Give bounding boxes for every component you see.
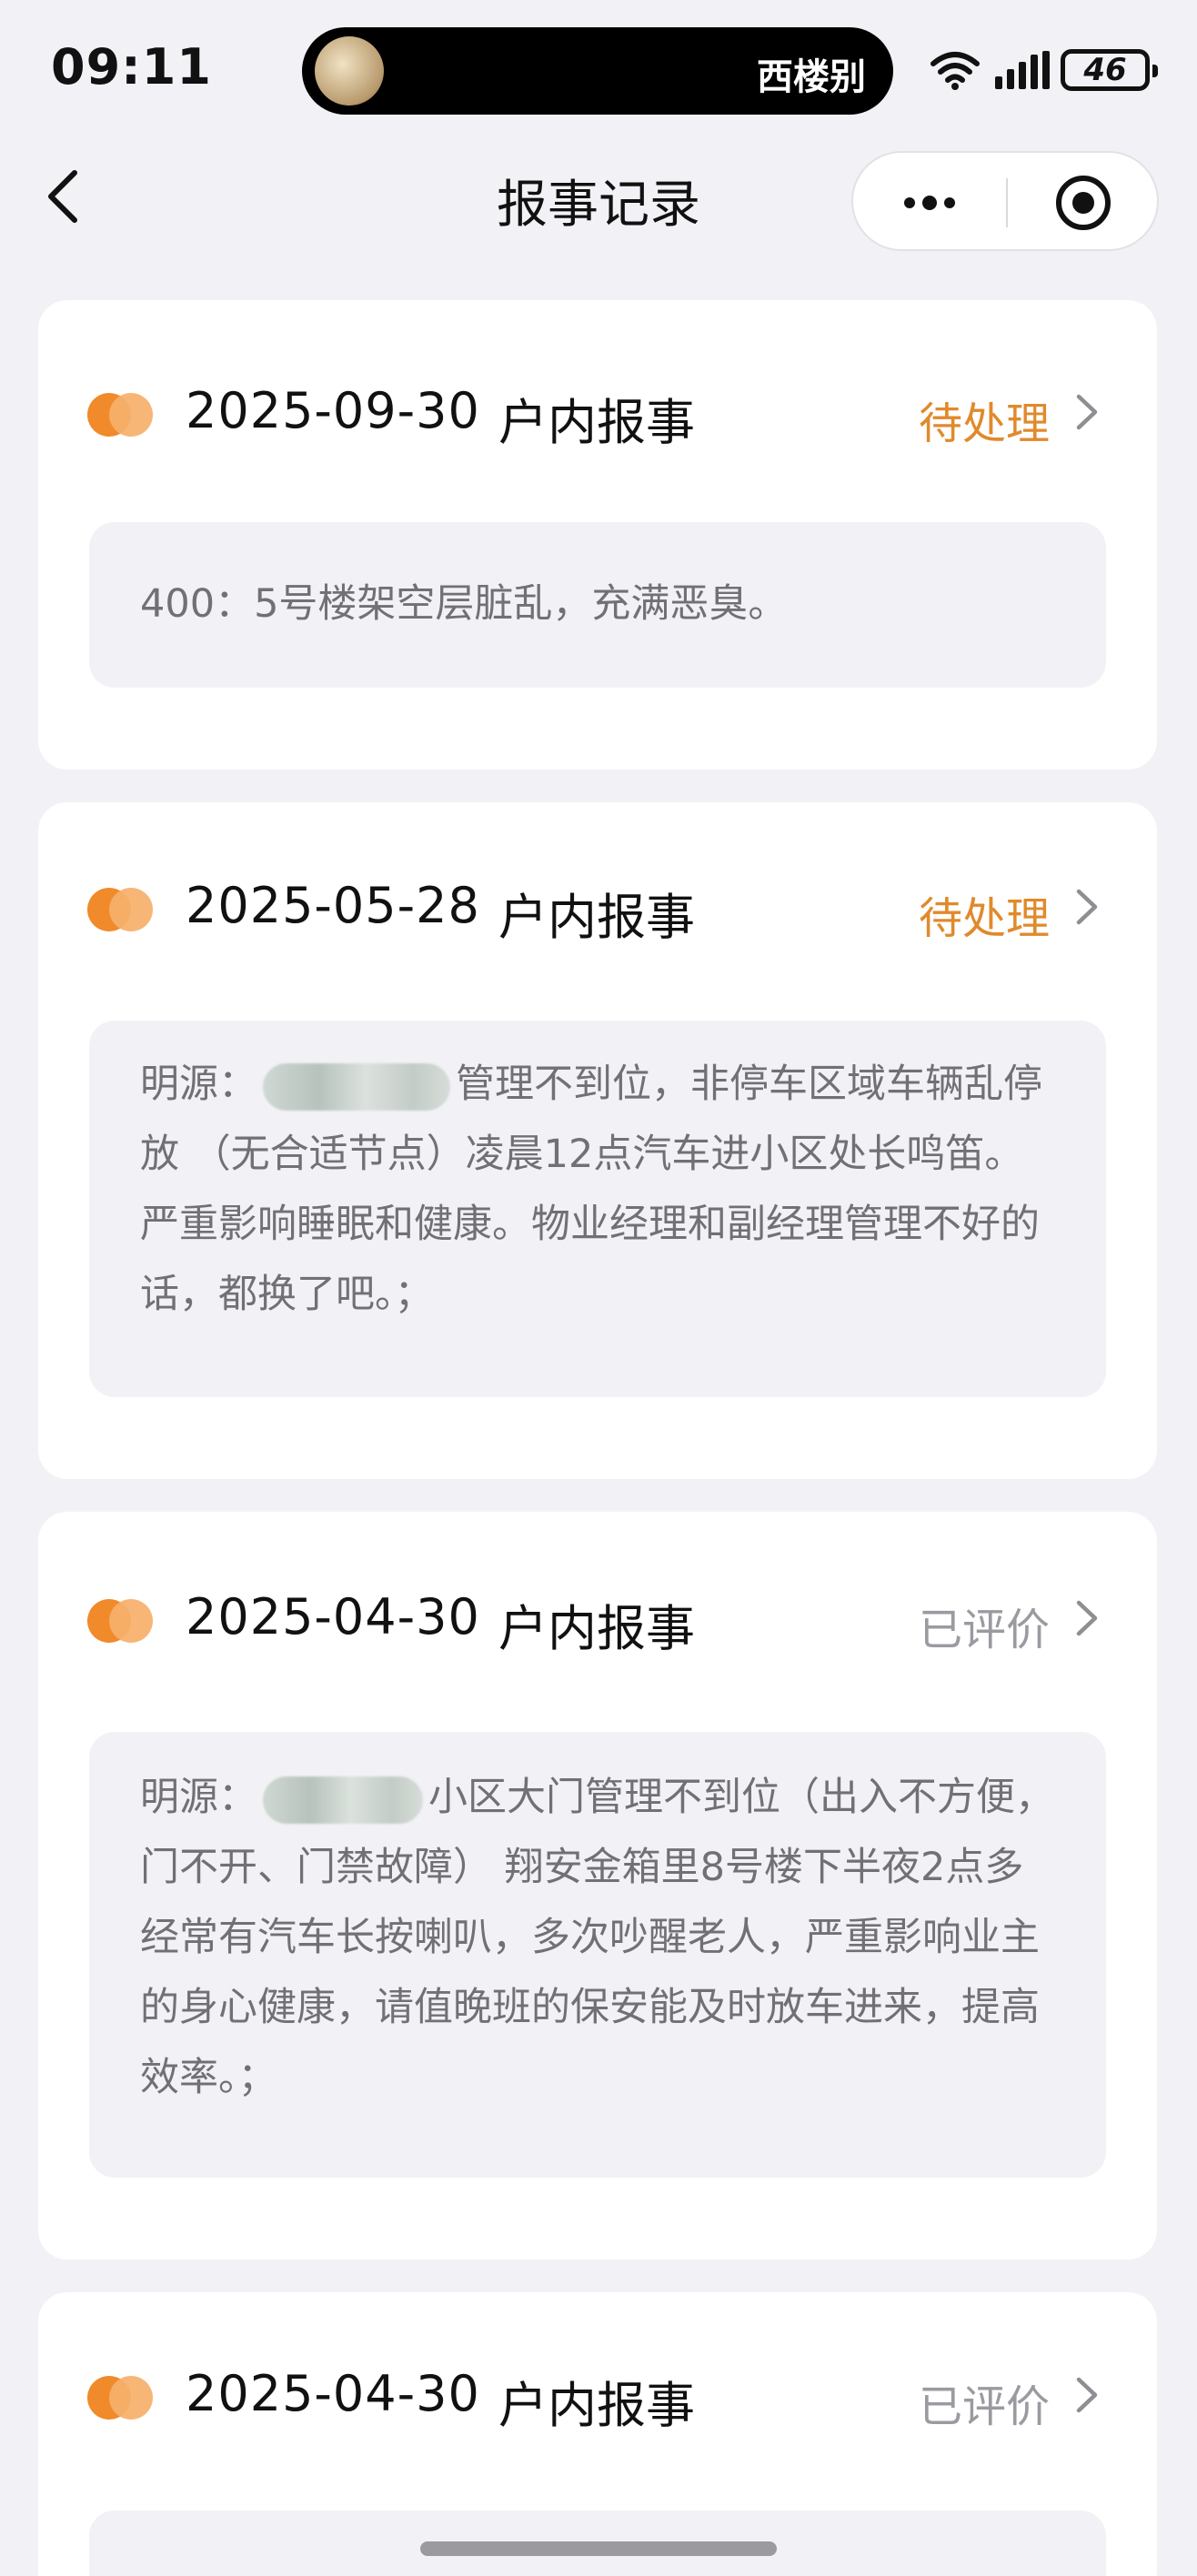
record-card-header[interactable]: 2025-09-30 户内报事 待处理 [38,300,1157,518]
signal-icon [995,51,1050,89]
record-date: 2025-05-28 [186,877,480,934]
description-prefix: 明源： [140,1062,257,1107]
status-icons: 46 [926,45,1162,96]
record-status: 已评价 [918,2381,1050,2432]
record-card-header[interactable]: 2025-04-30 户内报事 已评价 [38,1512,1157,1730]
record-description: 明源： 小区大门管理不到位（出入不方便，门不开、门禁故障） 翔安金箱里8号楼下半夜… [140,1763,1055,2113]
chevron-right-icon[interactable] [1073,886,1101,928]
redacted-name [263,1062,450,1111]
report-type-icon [87,1599,153,1643]
record-status: 待处理 [918,893,1050,944]
wifi-icon [930,52,980,90]
record-type: 户内报事 [498,889,695,946]
close-miniprogram-icon[interactable] [1053,173,1113,233]
report-type-icon [87,2376,153,2420]
chevron-right-icon[interactable] [1073,1597,1101,1639]
record-type: 户内报事 [498,2377,695,2434]
chevron-right-icon[interactable] [1073,2374,1101,2416]
record-card[interactable]: 2025-04-30 户内报事 已评价 明源： 小区大门管理不到位（出入不方便，门… [38,1512,1157,2259]
record-description: 400：5号楼架空层脏乱，充满恶臭。 [140,581,788,627]
record-description-box: 明源： 管理不到位，非停车区域车辆乱停放 （无合适节点）凌晨12点汽车进小区处长鸣… [89,1021,1106,1397]
status-bar: 09:11 西楼别 46 [0,0,1197,136]
record-date: 2025-09-30 [186,382,480,439]
record-card[interactable]: 2025-04-30 户内报事 已评价 [38,2292,1157,2576]
record-card-header[interactable]: 2025-05-28 户内报事 待处理 [38,802,1157,1021]
battery-icon: 46 [1061,49,1158,91]
record-description: 明源： 管理不到位，非停车区域车辆乱停放 （无合适节点）凌晨12点汽车进小区处长鸣… [140,1050,1055,1330]
description-prefix: 明源： [140,1775,257,1820]
record-card-header[interactable]: 2025-04-30 户内报事 已评价 [38,2292,1157,2511]
now-playing-title: 西楼别 [757,56,866,98]
status-time: 09:11 [51,38,212,96]
capsule-divider [1006,178,1008,227]
miniprogram-capsule [851,151,1159,251]
record-card[interactable]: 2025-05-28 户内报事 待处理 明源： 管理不到位，非停车区域车辆乱停放 … [38,802,1157,1479]
album-art-icon [315,36,384,106]
nav-bar: 报事记录 [0,136,1197,255]
report-records-page: 09:11 西楼别 46 报事记录 2025-09-30 户内报事 待处理 40… [0,0,1197,2576]
record-type: 户内报事 [498,1600,695,1657]
report-type-icon [87,888,153,931]
description-body: 小区大门管理不到位（出入不方便，门不开、门禁故障） 翔安金箱里8号楼下半夜2点多… [140,1775,1054,2100]
home-indicator[interactable] [420,2541,777,2556]
record-date: 2025-04-30 [186,2365,480,2422]
more-options-icon[interactable] [900,189,959,216]
chevron-right-icon[interactable] [1073,391,1101,433]
record-description-box: 明源： 小区大门管理不到位（出入不方便，门不开、门禁故障） 翔安金箱里8号楼下半夜… [89,1732,1106,2178]
record-status: 已评价 [918,1605,1050,1655]
record-type: 户内报事 [498,394,695,451]
redacted-name [263,1776,423,1824]
report-type-icon [87,393,153,437]
record-status: 待处理 [918,398,1050,449]
record-description-box: 400：5号楼架空层脏乱，充满恶臭。 [89,522,1106,688]
dynamic-island[interactable]: 西楼别 [302,27,893,115]
record-card[interactable]: 2025-09-30 户内报事 待处理 400：5号楼架空层脏乱，充满恶臭。 [38,300,1157,770]
record-date: 2025-04-30 [186,1588,480,1645]
